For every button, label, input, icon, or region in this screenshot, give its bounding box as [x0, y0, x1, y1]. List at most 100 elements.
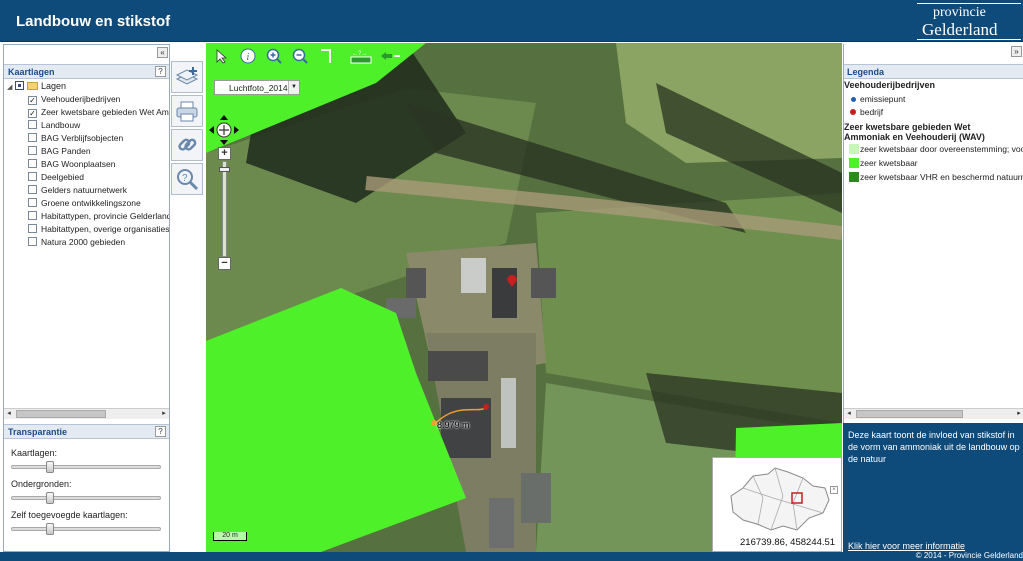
folder-icon — [27, 82, 38, 90]
kaartlagen-header: Kaartlagen ? — [4, 64, 169, 79]
slider-label: Ondergronden: — [11, 479, 72, 489]
layer-checkbox[interactable]: ✓ — [28, 96, 37, 105]
pan-right-icon[interactable] — [234, 126, 239, 134]
layer-checkbox[interactable] — [28, 224, 37, 233]
scroll-right-arrow-icon[interactable]: ▸ — [159, 409, 169, 419]
zoom-in-button[interactable]: + — [218, 147, 231, 160]
basemap-select[interactable]: Luchtfoto_2014 ▼ — [214, 80, 300, 95]
transparency-slider[interactable] — [11, 461, 161, 473]
layer-label: BAG Panden — [41, 146, 91, 156]
layer-checkbox[interactable] — [28, 172, 37, 181]
layer-item[interactable]: Groene ontwikkelingszone — [28, 198, 169, 211]
scroll-right-arrow-icon[interactable]: ▸ — [1014, 409, 1023, 419]
slider-label: Kaartlagen: — [11, 448, 58, 458]
layer-item[interactable]: Habitattypen, provincie Gelderland — [28, 211, 169, 224]
layer-group-lagen[interactable]: ◢ Lagen — [7, 81, 66, 93]
legend-group-veehouderij: Veehouderijbedrijven — [844, 80, 936, 90]
scrollbar-thumb[interactable] — [856, 410, 963, 418]
select-arrow-icon[interactable] — [214, 48, 230, 64]
zoom-knob[interactable] — [219, 167, 230, 172]
print-button[interactable] — [171, 95, 203, 127]
transparency-slider[interactable] — [11, 492, 161, 504]
pan-left-icon[interactable] — [209, 126, 214, 134]
dropdown-arrow-icon[interactable]: ▼ — [288, 81, 299, 94]
navigate-back-icon[interactable] — [380, 48, 402, 64]
measure-icon[interactable] — [318, 48, 334, 64]
slider-thumb[interactable] — [45, 523, 54, 535]
layer-label: Zeer kwetsbare gebieden Wet Ammoniak en … — [41, 107, 169, 117]
add-layer-icon — [175, 67, 199, 85]
slider-thumb[interactable] — [45, 461, 54, 473]
layer-checkbox[interactable] — [28, 146, 37, 155]
layer-item[interactable]: Habitattypen, overige organisaties — [28, 224, 169, 237]
layer-label: BAG Woonplaatsen — [41, 159, 116, 169]
legend-group-wav-line2: Ammoniak en Veehouderij (WAV) — [844, 132, 985, 142]
app-header: Landbouw en stikstof provincie Gelderlan… — [0, 0, 1023, 42]
scale-icon[interactable]: ←?→ — [350, 48, 372, 64]
search-button[interactable]: ? — [171, 163, 203, 195]
kaartlagen-title: Kaartlagen — [8, 67, 55, 77]
tool-strip: ? — [171, 59, 205, 199]
layer-label: Groene ontwikkelingszone — [41, 198, 141, 208]
scroll-left-arrow-icon[interactable]: ◂ — [844, 409, 854, 419]
layer-label: Habitattypen, provincie Gelderland — [41, 211, 169, 221]
layer-item[interactable]: BAG Panden — [28, 146, 169, 159]
info-icon[interactable]: i — [240, 48, 256, 64]
layer-item[interactable]: Gelders natuurnetwerk — [28, 185, 169, 198]
slider-thumb[interactable] — [45, 492, 54, 504]
add-layer-button[interactable] — [171, 61, 203, 93]
scrollbar-thumb[interactable] — [16, 410, 106, 418]
layer-item[interactable]: BAG Woonplaatsen — [28, 159, 169, 172]
overview-close-button[interactable]: × — [830, 486, 838, 494]
zoom-out-button[interactable]: − — [218, 257, 231, 270]
collapse-legend-button[interactable]: » — [1011, 46, 1022, 57]
pan-control[interactable] — [208, 114, 240, 146]
overview-map[interactable]: × 216739.86, 458244.51 — [712, 457, 842, 552]
slider-label: Zelf toegevoegde kaartlagen: — [11, 510, 128, 520]
pan-down-icon[interactable] — [220, 140, 228, 145]
zoom-slider[interactable]: + − — [218, 147, 232, 271]
more-info-link[interactable]: Klik hier voor meer informatie — [848, 541, 965, 551]
legend-header: Legenda — [844, 64, 1023, 79]
collapse-tree-icon[interactable]: ◢ — [7, 83, 15, 91]
print-icon — [176, 101, 198, 122]
kaartlagen-help-button[interactable]: ? — [155, 66, 166, 77]
green-swatch — [849, 158, 859, 168]
layer-tree-scrollbar[interactable]: ◂ ▸ — [4, 408, 169, 419]
layer-item[interactable]: ✓ Zeer kwetsbare gebieden Wet Ammoniak en… — [28, 107, 169, 120]
layer-checkbox[interactable] — [28, 185, 37, 194]
layer-checkbox[interactable] — [28, 120, 37, 129]
layer-checkbox[interactable] — [28, 159, 37, 168]
zoom-in-icon[interactable] — [266, 48, 282, 64]
transparantie-help-button[interactable]: ? — [155, 426, 166, 437]
layer-item[interactable]: Deelgebied — [28, 172, 169, 185]
zoom-track[interactable] — [222, 161, 227, 257]
scroll-left-arrow-icon[interactable]: ◂ — [4, 409, 14, 419]
layer-checkbox[interactable] — [28, 133, 37, 142]
layer-label: Gelders natuurnetwerk — [41, 185, 127, 195]
zoom-out-icon[interactable] — [292, 48, 308, 64]
layer-item[interactable]: Landbouw — [28, 120, 169, 133]
blue-dot-icon — [851, 97, 856, 102]
collapse-left-panel-button[interactable]: « — [157, 47, 168, 58]
info-panel: Deze kaart toont de invloed van stikstof… — [843, 423, 1023, 552]
legend-item-label: zeer kwetsbaar door overeenstemming; voo… — [860, 144, 1023, 154]
transparency-slider[interactable] — [11, 523, 161, 535]
legend-item-label: bedrijf — [860, 107, 884, 117]
layer-item[interactable]: ✓ Veehouderijbedrijven — [28, 94, 169, 107]
link-icon — [178, 138, 197, 151]
pan-up-icon[interactable] — [220, 115, 228, 120]
partial-checkbox[interactable] — [15, 81, 24, 90]
legend-scrollbar[interactable]: ◂ ▸ — [844, 408, 1023, 419]
layer-checkbox[interactable] — [28, 198, 37, 207]
link-button[interactable] — [171, 129, 203, 161]
footer: © 2014 - Provincie Gelderland — [0, 551, 1023, 561]
layer-checkbox[interactable] — [28, 211, 37, 220]
legend-panel: » Legenda Veehouderijbedrijven emissiepu… — [843, 44, 1023, 423]
layer-item[interactable]: BAG Verblijfsobjecten — [28, 133, 169, 146]
map-view[interactable]: i ←?→ Luchtfoto_2014 ▼ + − 8.979 m 20 m … — [206, 43, 842, 552]
layer-checkbox[interactable] — [28, 237, 37, 246]
layer-item[interactable]: Natura 2000 gebieden — [28, 237, 169, 250]
layer-checkbox[interactable]: ✓ — [28, 109, 37, 118]
layer-group-label: Lagen — [41, 81, 67, 91]
